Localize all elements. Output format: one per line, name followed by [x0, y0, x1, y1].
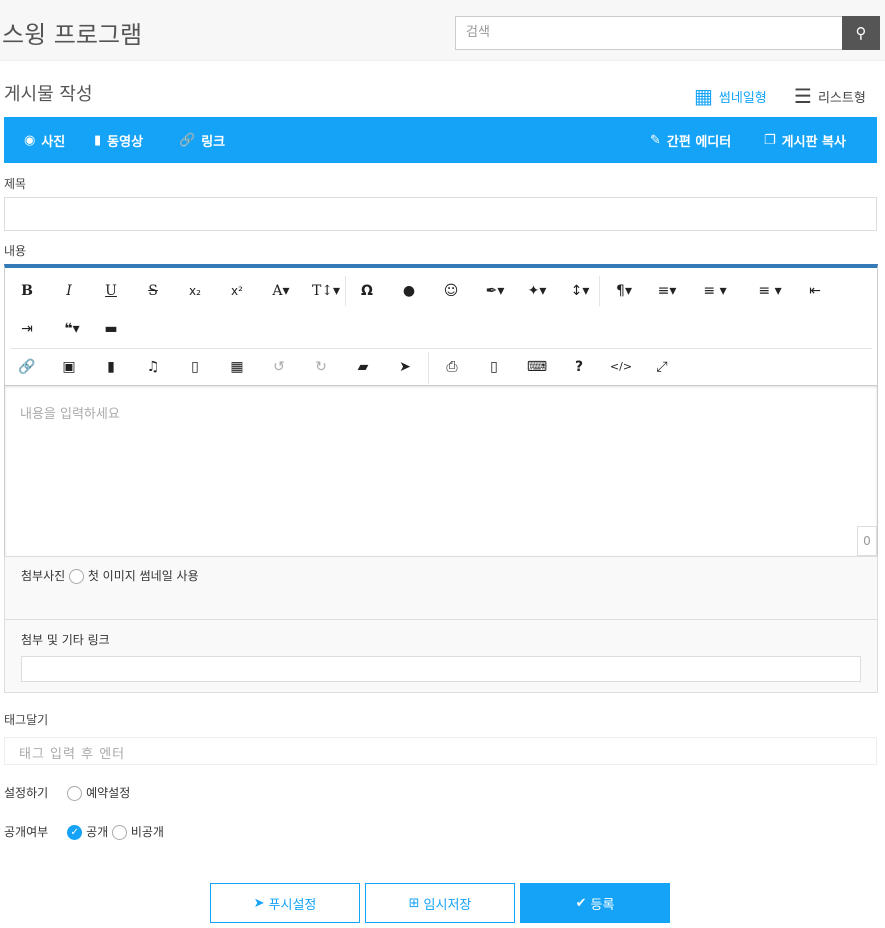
video-icon: ▮ [94, 133, 102, 148]
image-icon[interactable]: ▣ [52, 352, 86, 382]
content-label: 내용 [4, 244, 27, 258]
tag-label: 태그달기 [4, 713, 49, 727]
submit-button[interactable]: ✔ 등록 [520, 883, 670, 923]
simple-editor-button[interactable]: ✎ 간편 에디터 [650, 131, 731, 150]
char-count: 0 [857, 526, 877, 556]
unordered-list-icon[interactable]: ≡ ▾ [753, 276, 787, 306]
brush-icon[interactable]: ✒▾ [478, 276, 512, 306]
subscript-icon[interactable]: x₂ [178, 276, 212, 306]
superscript-icon[interactable]: x² [220, 276, 254, 306]
paper-plane-icon: ➤ [253, 895, 265, 911]
photo-button[interactable]: ◉ 사진 [24, 131, 65, 150]
copy-board-button[interactable]: ❐ 게시판 복사 [764, 131, 846, 150]
check-icon: ✔ [575, 895, 587, 911]
view-list-button[interactable]: ☰ 리스트형 [794, 84, 866, 108]
setting-row: 설정하기 예약설정 [4, 786, 131, 801]
search-button[interactable]: ⚲ [842, 16, 880, 50]
list-icon: ☰ [794, 84, 812, 108]
indent-icon[interactable]: ⇥ [10, 314, 44, 344]
copy-icon: ❐ [764, 133, 776, 148]
keyboard-icon[interactable]: ⌨ [520, 352, 554, 382]
print-icon[interactable]: ⎙ [435, 352, 469, 382]
align-icon[interactable]: ≡▾ [650, 276, 684, 306]
pdf-icon[interactable]: ▯ [477, 352, 511, 382]
font-size-icon[interactable]: T↕▾ [309, 276, 343, 306]
public-row: 공개여부 ✓ 공개 비공개 [4, 825, 164, 840]
link-button[interactable]: 🔗 링크 [179, 131, 225, 150]
link-icon: 🔗 [179, 133, 196, 148]
first-image-thumbnail-radio[interactable] [69, 569, 84, 584]
grid-icon: ▦ [694, 84, 713, 108]
link-icon[interactable]: 🔗 [10, 352, 44, 382]
content-placeholder: 내용을 입력하세요 [20, 407, 120, 422]
attachment-toolbar: ◉ 사진 ▮ 동영상 🔗 링크 ✎ 간편 에디터 ❐ 게시판 복사 [4, 117, 877, 163]
edit-icon: ✎ [650, 133, 661, 148]
push-setting-button[interactable]: ➤ 푸시설정 [210, 883, 360, 923]
app-title: 스윙 프로그램 [2, 21, 143, 49]
magic-wand-icon[interactable]: ✦▾ [520, 276, 554, 306]
temp-save-button[interactable]: ⊞ 임시저장 [365, 883, 515, 923]
underline-icon[interactable]: U [94, 276, 128, 306]
page-title: 게시물 작성 [4, 84, 93, 105]
italic-icon[interactable]: I [52, 276, 86, 306]
audio-icon[interactable]: ♫ [136, 352, 170, 382]
line-height-icon[interactable]: ↕▾ [563, 276, 597, 306]
ordered-list-icon[interactable]: ≡ ▾ [698, 276, 732, 306]
redo-icon[interactable]: ↻ [304, 352, 338, 382]
special-char-icon[interactable]: Ω [350, 276, 384, 306]
search-icon: ⚲ [855, 24, 867, 42]
cursor-icon[interactable]: ➤ [388, 352, 422, 382]
public-radio-checked[interactable]: ✓ [67, 825, 83, 840]
outdent-icon[interactable]: ⇤ [798, 276, 832, 306]
view-thumbnail-button[interactable]: ▦ 썸네일형 [694, 84, 767, 108]
strikethrough-icon[interactable]: S [136, 276, 170, 306]
video-icon[interactable]: ▮ [94, 352, 128, 382]
paragraph-icon[interactable]: ¶▾ [607, 276, 641, 306]
bold-icon[interactable]: B [10, 276, 44, 306]
attach-link-label: 첨부 및 기타 링크 [21, 633, 110, 647]
ink-drop-icon[interactable]: ● [392, 276, 426, 306]
help-icon[interactable]: ? [562, 352, 596, 382]
blockquote-icon[interactable]: ❝▾ [55, 314, 89, 344]
fullscreen-icon[interactable]: ⤢ [645, 352, 679, 382]
content-editor-area[interactable]: 내용을 입력하세요 0 [5, 385, 877, 556]
camera-icon: ◉ [24, 133, 36, 148]
rich-text-editor: B I U S x₂ x² A▾ T↕▾ Ω ● ☺ ✒▾ ✦▾ ↕▾ ¶▾ ≡… [4, 264, 878, 557]
attach-photo-row: 첨부사진 첫 이미지 썸네일 사용 [21, 569, 199, 584]
subject-input[interactable] [4, 197, 877, 231]
tag-input[interactable]: 태그 입력 후 엔터 [4, 737, 877, 765]
reserve-radio[interactable] [67, 786, 83, 801]
font-color-icon[interactable]: A▾ [264, 276, 298, 306]
file-icon[interactable]: ▯ [178, 352, 212, 382]
video-button[interactable]: ▮ 동영상 [94, 131, 143, 150]
private-radio[interactable] [112, 825, 127, 840]
subject-label: 제목 [4, 177, 27, 191]
horizontal-rule-icon[interactable]: ▬ [94, 314, 128, 344]
attach-link-input[interactable] [21, 656, 861, 682]
undo-icon[interactable]: ↺ [262, 352, 296, 382]
table-icon[interactable]: ▦ [220, 352, 254, 382]
emoji-icon[interactable]: ☺ [434, 276, 468, 306]
code-view-icon[interactable]: </> [604, 352, 638, 382]
attachment-panel: 첨부사진 첫 이미지 썸네일 사용 첨부 및 기타 링크 [4, 556, 878, 693]
file-plus-icon: ⊞ [408, 895, 420, 911]
eraser-icon[interactable]: ▰ [346, 352, 380, 382]
search-input[interactable]: 검색 [455, 16, 843, 50]
